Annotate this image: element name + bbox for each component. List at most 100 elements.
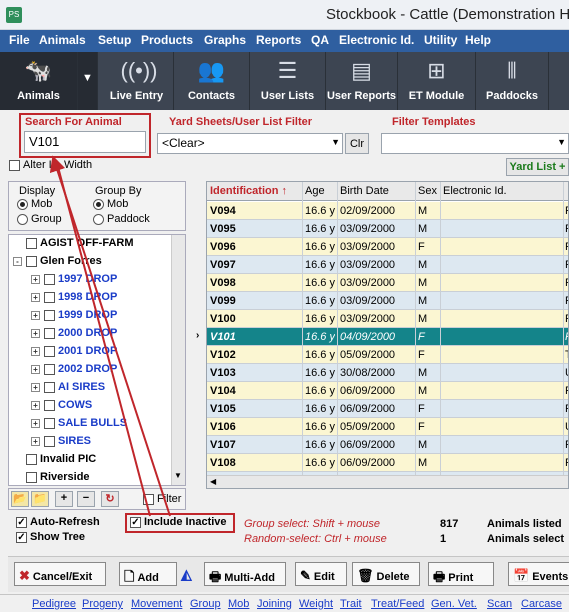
toolbar-animals-dropdown[interactable]: ▼ <box>78 52 98 110</box>
tree-item-checkbox[interactable] <box>44 345 55 357</box>
table-row[interactable]: V108 16.6 yr 06/09/2000 M F <box>207 454 568 472</box>
auto-refresh-option[interactable]: ✓ Auto-Refresh <box>16 516 100 528</box>
expand-icon[interactable]: + <box>31 436 40 446</box>
collapse-icon[interactable]: − <box>77 491 95 507</box>
menu-products[interactable]: Products <box>141 33 193 47</box>
show-tree-option[interactable]: ✓ Show Tree <box>16 531 85 543</box>
tree-item[interactable]: +1998 DROP <box>31 291 117 309</box>
tree-item-checkbox[interactable] <box>44 327 55 339</box>
tree-item[interactable]: + AI SIRES <box>31 381 105 399</box>
table-row[interactable]: V101 16.6 yr 04/09/2000 F F <box>207 328 568 346</box>
link-group[interactable]: Group <box>190 598 221 610</box>
tree-item[interactable]: +1997 DROP <box>31 273 117 291</box>
expand-icon[interactable]: + <box>55 491 73 507</box>
col-birth-date[interactable]: Birth Date <box>340 185 389 197</box>
tree-item[interactable]: Riverside <box>13 471 90 485</box>
scroll-down-icon[interactable]: ▼ <box>174 471 182 480</box>
expand-icon[interactable]: + <box>31 328 40 338</box>
events-button[interactable]: 📅 Events <box>508 562 569 586</box>
radio-on-icon[interactable] <box>93 198 104 210</box>
group-by-paddock-option[interactable]: Paddock <box>93 213 150 225</box>
expand-icon[interactable]: + <box>31 364 40 374</box>
scroll-left-icon[interactable]: ◀ <box>210 477 216 486</box>
col-age[interactable]: Age <box>305 185 325 197</box>
tree-item-checkbox[interactable] <box>44 291 55 303</box>
grid-hscrollbar[interactable]: ◀ <box>207 475 568 488</box>
auto-refresh-checkbox[interactable]: ✓ <box>16 516 27 528</box>
link-scan[interactable]: Scan <box>487 598 512 610</box>
expand-icon[interactable]: + <box>31 292 40 302</box>
col-sex[interactable]: Sex <box>418 185 437 197</box>
expand-icon[interactable]: + <box>31 274 40 284</box>
tree-item-checkbox[interactable] <box>26 237 37 249</box>
alter-id-width-option[interactable]: Alter Id. Width <box>9 159 92 171</box>
refresh-icon[interactable]: ↻ <box>101 491 119 507</box>
alter-id-width-checkbox[interactable] <box>9 159 20 171</box>
col-identification[interactable]: Identification ↑ <box>210 185 287 197</box>
table-row[interactable]: V106 16.6 yr 05/09/2000 F U <box>207 418 568 436</box>
tree-item-checkbox[interactable] <box>44 381 55 393</box>
tree-item[interactable]: + COWS <box>31 399 92 417</box>
link-gen-vet[interactable]: Gen. Vet. <box>431 598 477 610</box>
expand-icon[interactable]: + <box>31 418 40 428</box>
toolbar-paddocks-button[interactable]: ⦀ Paddocks <box>476 52 549 110</box>
tree-scrollbar[interactable]: ▼ <box>171 235 185 485</box>
toolbar-live-entry-button[interactable]: ((•)) Live Entry <box>100 52 174 110</box>
table-row[interactable]: V094 16.6 yr 02/09/2000 M F <box>207 202 568 220</box>
menu-qa[interactable]: QA <box>311 33 329 47</box>
link-weight[interactable]: Weight <box>299 598 333 610</box>
tree-item[interactable]: AGIST OFF-FARM <box>13 237 134 255</box>
menu-electronic-id[interactable]: Electronic Id. <box>339 33 414 47</box>
menu-utility[interactable]: Utility <box>424 33 457 47</box>
tree-item[interactable]: +2000 DROP <box>31 327 117 345</box>
expand-icon[interactable]: + <box>31 346 40 356</box>
menu-graphs[interactable]: Graphs <box>204 33 246 47</box>
expand-icon[interactable]: + <box>31 382 40 392</box>
tree-item-checkbox[interactable] <box>44 417 55 429</box>
table-row[interactable]: V099 16.6 yr 03/09/2000 M F <box>207 292 568 310</box>
table-row[interactable]: V104 16.6 yr 06/09/2000 M F <box>207 382 568 400</box>
table-row[interactable]: V107 16.6 yr 06/09/2000 M F <box>207 436 568 454</box>
flag-icon[interactable]: ◭ <box>181 566 192 583</box>
animal-grid[interactable]: Identification ↑ Age Birth Date Sex Elec… <box>206 181 569 489</box>
tree-item-checkbox[interactable] <box>44 399 55 411</box>
link-carcase[interactable]: Carcase <box>521 598 562 610</box>
toolbar-contacts-button[interactable]: 👥 Contacts <box>174 52 250 110</box>
print-button[interactable]: 🖶 Print <box>428 562 494 586</box>
tree-item[interactable]: +2002 DROP <box>31 363 117 381</box>
show-tree-checkbox[interactable]: ✓ <box>16 531 27 543</box>
menu-setup[interactable]: Setup <box>98 33 131 47</box>
table-row[interactable]: V097 16.6 yr 03/09/2000 M F <box>207 256 568 274</box>
col-electronic-id[interactable]: Electronic Id. <box>443 185 507 197</box>
tree-item-checkbox[interactable] <box>26 471 37 483</box>
table-row[interactable]: V103 16.6 yr 30/08/2000 M U <box>207 364 568 382</box>
table-row[interactable]: V105 16.6 yr 06/09/2000 F F <box>207 400 568 418</box>
search-input[interactable]: V101 <box>24 131 146 153</box>
table-row[interactable]: V096 16.6 yr 03/09/2000 F F <box>207 238 568 256</box>
toolbar-user-reports-button[interactable]: ▤ User Reports <box>326 52 398 110</box>
delete-button[interactable]: 🗑 Delete <box>352 562 420 586</box>
link-treat-feed[interactable]: Treat/Feed <box>371 598 424 610</box>
folder-icon[interactable]: 📁 <box>31 491 49 507</box>
link-joining[interactable]: Joining <box>257 598 292 610</box>
link-trait[interactable]: Trait <box>340 598 362 610</box>
radio-off-icon[interactable] <box>93 213 104 225</box>
yard-list-button[interactable]: Yard List + <box>506 158 569 176</box>
clear-button[interactable]: Clr <box>345 133 369 154</box>
table-row[interactable]: V100 16.6 yr 03/09/2000 M F <box>207 310 568 328</box>
tree-item[interactable]: - Glen Forres <box>13 255 102 273</box>
table-row[interactable]: V098 16.6 yr 03/09/2000 M F <box>207 274 568 292</box>
table-row[interactable]: V102 16.6 yr 05/09/2000 F T <box>207 346 568 364</box>
tree-item[interactable]: + SALE BULLS <box>31 417 127 435</box>
toolbar-animals-button[interactable]: 🐄 Animals <box>0 52 78 110</box>
add-button[interactable]: 🗋 Add <box>119 562 177 586</box>
cancel-exit-button[interactable]: ✖ Cancel/Exit <box>14 562 106 586</box>
tree-item-checkbox[interactable] <box>44 273 55 285</box>
tree-item-checkbox[interactable] <box>44 363 55 375</box>
tree-item-checkbox[interactable] <box>26 255 37 267</box>
menu-animals[interactable]: Animals <box>39 33 86 47</box>
expand-icon[interactable]: + <box>31 310 40 320</box>
toolbar-user-lists-button[interactable]: ☰ User Lists <box>250 52 326 110</box>
display-mob-option[interactable]: Mob <box>17 198 52 210</box>
mob-tree[interactable]: AGIST OFF-FARM - Glen Forres +1997 DROP +199… <box>8 234 186 486</box>
